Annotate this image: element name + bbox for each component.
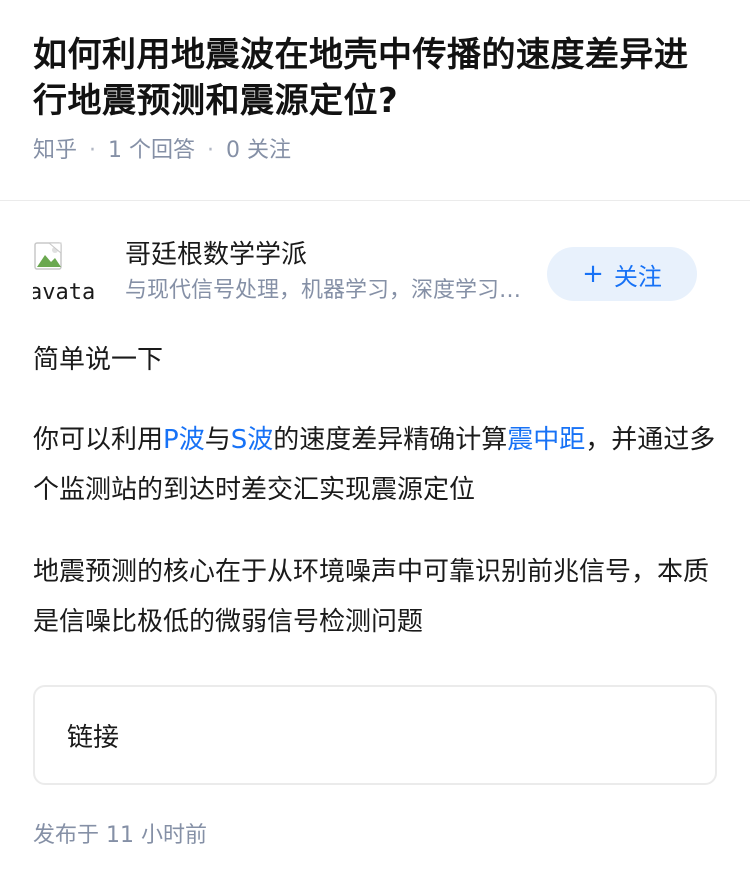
follow-label: 关注 — [613, 262, 662, 291]
answer-count[interactable]: 1 个回答 — [108, 136, 195, 166]
author-bio: 与现代信号处理，机器学习，深度学习，故障诊断等 — [125, 278, 537, 303]
text-span: 你可以利用 — [33, 425, 164, 455]
avatar-alt-text: avatar — [33, 280, 97, 305]
author-name[interactable]: 哥廷根数学学派 — [125, 237, 545, 273]
question-header: 如何利用地震波在地壳中传播的速度差异进行地震预测和震源定位? 知乎 · 1 个回… — [0, 0, 750, 168]
avatar[interactable]: avatar — [33, 241, 97, 305]
plus-icon: + — [582, 259, 604, 289]
text-span: 的速度差异精确计算 — [273, 425, 508, 455]
broken-image-icon — [34, 242, 62, 270]
meta-separator: · — [207, 138, 215, 163]
answer: avatar 哥廷根数学学派 与现代信号处理，机器学习，深度学习，故障诊断等 +… — [0, 201, 750, 851]
source-label[interactable]: 知乎 — [33, 136, 77, 166]
author-row: avatar 哥廷根数学学派 与现代信号处理，机器学习，深度学习，故障诊断等 +… — [33, 201, 717, 321]
link-card[interactable]: 链接 — [33, 685, 717, 785]
answer-paragraph: 你可以利用P波与S波的速度差异精确计算震中距，并通过多个监测站的到达时差交汇实现… — [33, 415, 717, 515]
text-span: 与 — [204, 425, 231, 455]
follow-button[interactable]: + 关注 — [547, 247, 697, 301]
s-wave-link[interactable]: S波 — [231, 425, 274, 455]
question-meta: 知乎 · 1 个回答 · 0 关注 — [33, 136, 717, 166]
question-title[interactable]: 如何利用地震波在地壳中传播的速度差异进行地震预测和震源定位? — [33, 32, 717, 124]
answer-paragraph: 简单说一下 — [33, 345, 164, 375]
follower-count[interactable]: 0 关注 — [226, 136, 291, 166]
epicentral-distance-link[interactable]: 震中距 — [507, 425, 585, 455]
p-wave-link[interactable]: P波 — [163, 425, 205, 455]
author-info: 哥廷根数学学派 与现代信号处理，机器学习，深度学习，故障诊断等 — [125, 237, 545, 307]
meta-separator: · — [89, 138, 97, 163]
answer-content: 简单说一下 你可以利用P波与S波的速度差异精确计算震中距，并通过多个监测站的到达… — [33, 335, 717, 647]
publish-time: 发布于 11 小时前 — [33, 823, 207, 848]
answer-paragraph: 地震预测的核心在于从环境噪声中可靠识别前兆信号，本质是信噪比极低的微弱信号检测问… — [33, 557, 710, 637]
